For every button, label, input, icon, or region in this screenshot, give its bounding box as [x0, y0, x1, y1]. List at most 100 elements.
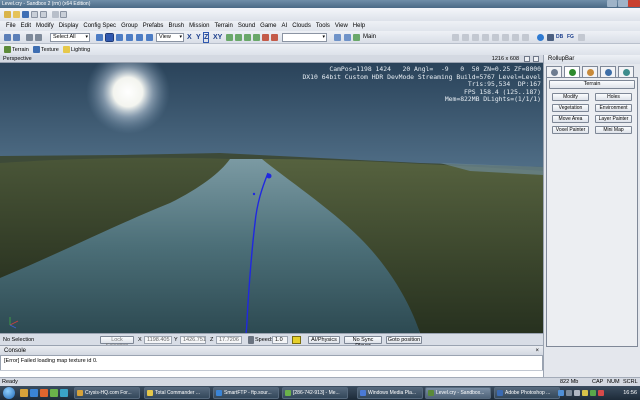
layer-painter-button[interactable]: Layer Painter [595, 115, 632, 123]
taskbar-button[interactable]: SmartFTP - ftp.sour... [213, 387, 279, 399]
menu-ai[interactable]: AI [282, 21, 288, 31]
voxel-painter-button[interactable]: Voxel Painter [552, 126, 589, 134]
new-file-icon[interactable] [4, 11, 11, 18]
menu-file[interactable]: File [6, 21, 16, 31]
menu-game[interactable]: Game [260, 21, 276, 31]
menu-brush[interactable]: Brush [168, 21, 184, 31]
axis-x-button[interactable]: X [187, 33, 192, 42]
menu-edit[interactable]: Edit [21, 21, 31, 31]
flowgraph-icon[interactable] [578, 34, 585, 41]
redo-icon[interactable] [13, 34, 20, 41]
quick-launch-icon[interactable] [30, 389, 38, 397]
tool-icon[interactable] [40, 11, 47, 18]
lock-icon[interactable] [248, 336, 254, 344]
globe-icon[interactable] [537, 34, 544, 41]
lighting-button[interactable]: Lighting [62, 46, 90, 53]
taskbar-button[interactable]: Level.cry - Sandbox... [425, 387, 491, 399]
settings-icon[interactable] [60, 11, 67, 18]
open-folder-icon[interactable] [13, 11, 20, 18]
quick-launch-icon[interactable] [60, 389, 68, 397]
menu-clouds[interactable]: Clouds [292, 21, 311, 31]
unlink-icon[interactable] [35, 34, 42, 41]
object-toolbar-icon-6[interactable] [502, 34, 509, 41]
ruler-icon[interactable] [253, 34, 260, 41]
object-toolbar-icon-5[interactable] [492, 34, 499, 41]
terrain-follow-icon[interactable] [292, 336, 301, 344]
object-toolbar-icon-2[interactable] [462, 34, 469, 41]
terrain-button[interactable]: Terrain [4, 46, 29, 53]
viewport-title[interactable]: Perspective [3, 56, 32, 62]
help-icon[interactable] [31, 11, 38, 18]
volume-icon[interactable] [574, 390, 580, 396]
move-icon[interactable] [105, 33, 114, 42]
lock-selection-button[interactable]: Lock Selection [100, 336, 134, 349]
tray-icon[interactable] [598, 390, 604, 396]
y-coordinate-field[interactable]: 1426.751 [180, 336, 206, 344]
taskbar-button[interactable]: [286-742-913] - Me... [282, 387, 348, 399]
object-toolbar-icon-4[interactable] [482, 34, 489, 41]
tab-objects[interactable] [546, 66, 562, 77]
tab-modelling[interactable] [582, 66, 598, 77]
taskbar-button[interactable]: Crysis-HQ.com For... [74, 387, 140, 399]
scale-icon[interactable] [126, 34, 133, 41]
taskbar-button[interactable]: Adobe Photoshop ... [494, 387, 560, 399]
grid-icon[interactable] [235, 34, 242, 41]
ai-icon[interactable] [271, 34, 278, 41]
taskbar-button[interactable]: Windows Media Pla... [357, 387, 423, 399]
axis-y-button[interactable]: Y [196, 33, 201, 42]
move-area-button[interactable]: Move Area [552, 115, 589, 123]
console-input[interactable] [0, 370, 543, 377]
environment-button[interactable]: Environment [595, 104, 632, 112]
menu-prefabs[interactable]: Prefabs [143, 21, 164, 31]
layer-name[interactable]: Main [363, 33, 376, 42]
path-point[interactable] [266, 173, 272, 179]
minimize-button[interactable] [607, 0, 617, 7]
tray-icon[interactable] [582, 390, 588, 396]
menu-group[interactable]: Group [121, 21, 138, 31]
view-combo[interactable]: View [156, 33, 184, 42]
physics-icon[interactable] [262, 34, 269, 41]
quick-launch-icon[interactable] [40, 389, 48, 397]
layer-icon[interactable] [334, 34, 341, 41]
angle-snap-icon[interactable] [244, 34, 251, 41]
network-icon[interactable] [566, 390, 572, 396]
tray-icon[interactable] [590, 390, 596, 396]
undo-icon[interactable] [4, 34, 11, 41]
object-toolbar-icon-7[interactable] [512, 34, 519, 41]
quick-launch-icon[interactable] [20, 389, 28, 397]
db-label[interactable]: DB [556, 34, 563, 40]
mini-map-button[interactable]: Mini Map [595, 126, 632, 134]
z-coordinate-field[interactable]: 17.7206 [216, 336, 242, 344]
menu-sound[interactable]: Sound [238, 21, 255, 31]
start-button[interactable] [3, 387, 15, 399]
link-icon[interactable] [26, 34, 33, 41]
snap-icon[interactable] [136, 34, 143, 41]
maximize-viewport-icon[interactable] [524, 56, 530, 62]
tray-icon[interactable] [558, 390, 564, 396]
menu-display[interactable]: Display [59, 21, 79, 31]
menu-tools[interactable]: Tools [316, 21, 330, 31]
object-toolbar-icon-3[interactable] [472, 34, 479, 41]
ai-physics-button[interactable]: AI/Physics [308, 336, 340, 344]
axis-z-button[interactable]: Z [202, 32, 210, 43]
x-coordinate-field[interactable]: 1198.405 [144, 336, 172, 344]
menu-help[interactable]: Help [353, 21, 365, 31]
maximize-button[interactable] [618, 0, 628, 7]
menu-config-spec[interactable]: Config Spec [83, 21, 116, 31]
layer-filter-combo[interactable] [282, 33, 327, 42]
menu-view[interactable]: View [335, 21, 348, 31]
goto-position-button[interactable]: Goto position [386, 336, 422, 344]
tab-terrain[interactable] [564, 66, 580, 77]
modify-button[interactable]: Modify [552, 93, 589, 101]
speed-field[interactable]: 1.0 [272, 336, 288, 344]
tab-layers[interactable] [618, 66, 634, 77]
close-button[interactable] [628, 0, 640, 7]
menu-terrain[interactable]: Terrain [214, 21, 232, 31]
holes-button[interactable]: Holes [595, 93, 632, 101]
axis-xy-button[interactable]: XY [213, 33, 222, 42]
db-icon[interactable] [547, 34, 554, 41]
perspective-viewport[interactable]: CamPos=1198 1424 20 Angl= -9 0 50 ZN=0.2… [0, 63, 543, 333]
close-viewport-icon[interactable] [533, 56, 539, 62]
texture-button[interactable]: Texture [32, 46, 59, 53]
save-icon[interactable] [22, 11, 29, 18]
